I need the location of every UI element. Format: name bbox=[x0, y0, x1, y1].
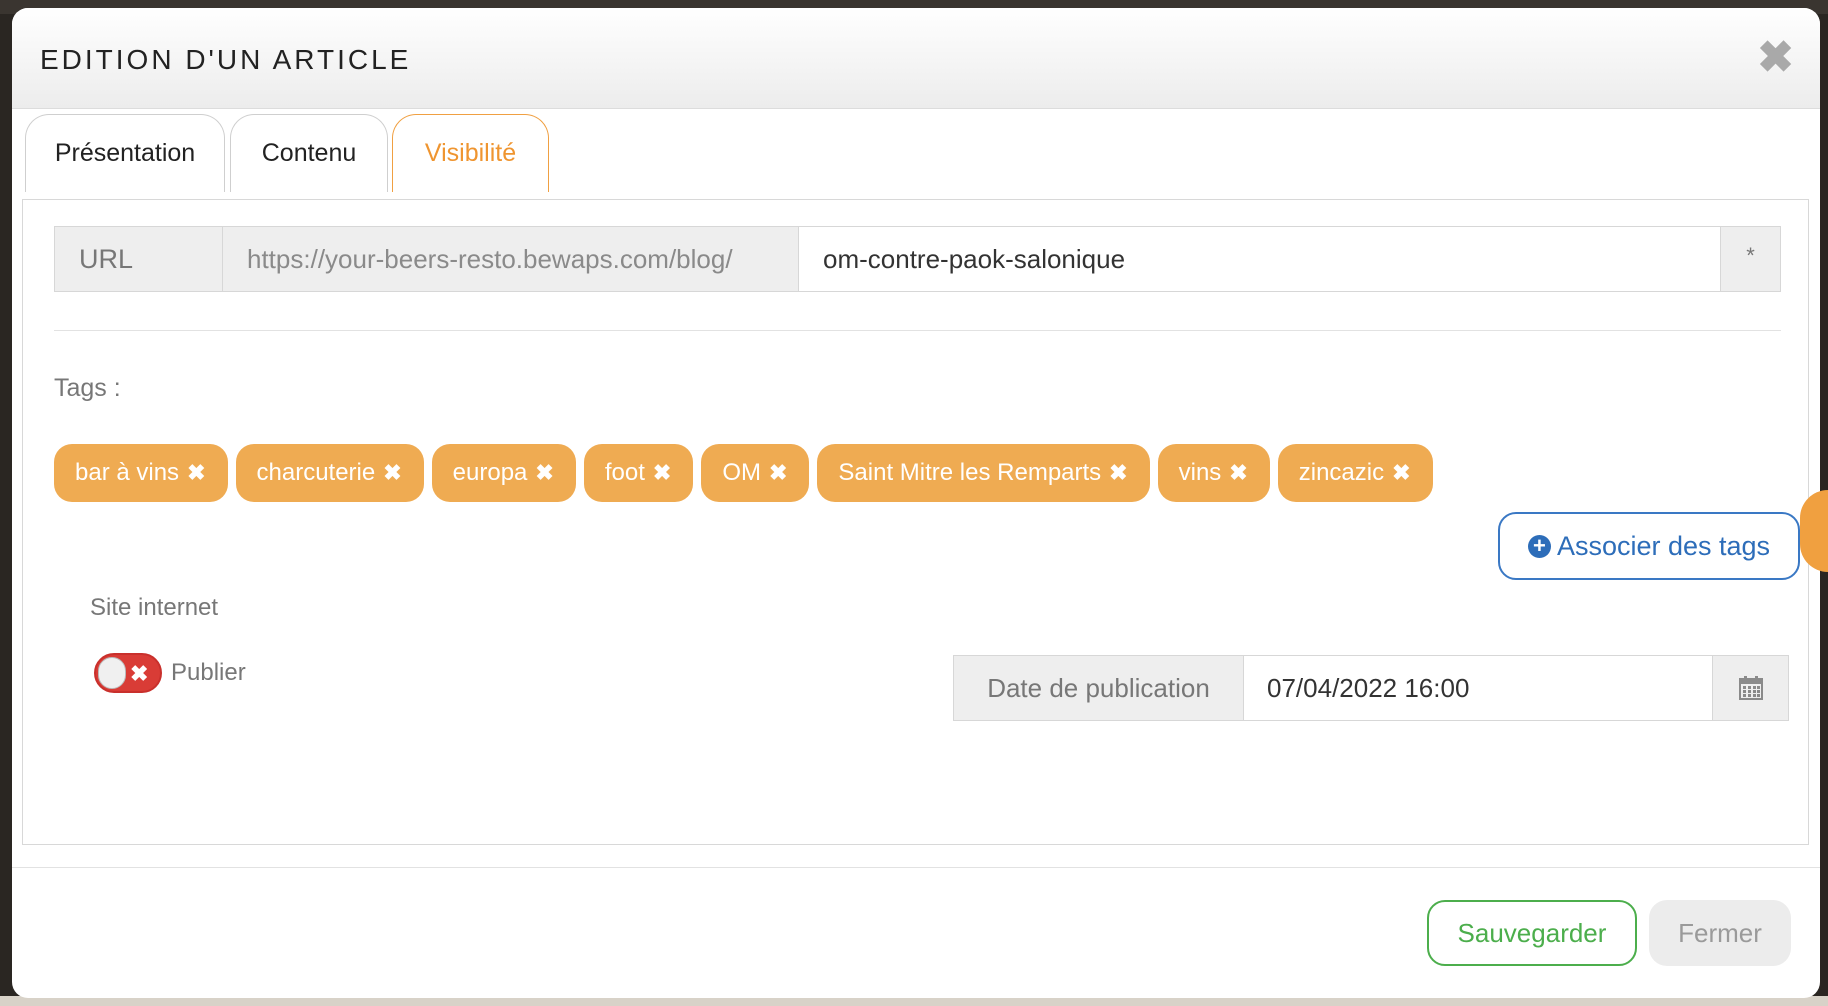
edit-article-modal: EDITION D'UN ARTICLE ✖ Présentation Cont… bbox=[12, 8, 1820, 998]
footer-divider bbox=[12, 867, 1820, 868]
url-group: URL https://your-beers-resto.bewaps.com/… bbox=[54, 226, 1781, 292]
modal-title: EDITION D'UN ARTICLE bbox=[40, 44, 412, 75]
remove-tag-icon[interactable]: ✖ bbox=[653, 460, 671, 486]
tag-chip: zincazic ✖ bbox=[1277, 444, 1433, 502]
url-slug-input[interactable] bbox=[799, 227, 1720, 291]
remove-tag-icon[interactable]: ✖ bbox=[1109, 460, 1127, 486]
url-label: URL bbox=[55, 227, 223, 291]
required-mark: * bbox=[1720, 227, 1780, 291]
remove-tag-icon[interactable]: ✖ bbox=[535, 460, 553, 486]
associate-tags-label: Associer des tags bbox=[1556, 530, 1771, 561]
tab-visibilite[interactable]: Visibilité bbox=[392, 114, 549, 192]
publish-label: Publier bbox=[171, 659, 246, 686]
tag-label: Saint Mitre les Remparts bbox=[838, 459, 1102, 486]
save-button[interactable]: Sauvegarder bbox=[1427, 900, 1637, 966]
side-edit-tab[interactable] bbox=[1800, 490, 1828, 572]
remove-tag-icon[interactable]: ✖ bbox=[769, 460, 787, 486]
calendar-icon-svg bbox=[1738, 676, 1763, 700]
tag-label: bar à vins bbox=[75, 459, 180, 486]
publication-date-group: Date de publication bbox=[953, 655, 1789, 721]
tag-chip: Saint Mitre les Remparts ✖ bbox=[817, 444, 1150, 502]
publish-toggle[interactable]: ✖ bbox=[94, 653, 162, 693]
close-button[interactable]: Fermer bbox=[1649, 900, 1791, 966]
tag-chip: OM ✖ bbox=[701, 444, 810, 502]
tag-label: vins bbox=[1178, 459, 1222, 486]
remove-tag-icon[interactable]: ✖ bbox=[383, 460, 401, 486]
remove-tag-icon[interactable]: ✖ bbox=[1392, 460, 1410, 486]
calendar-icon[interactable] bbox=[1712, 656, 1788, 720]
close-icon[interactable]: ✖ bbox=[1757, 36, 1794, 80]
publication-date-label: Date de publication bbox=[954, 656, 1244, 720]
site-internet-label: Site internet bbox=[90, 594, 219, 621]
associate-tags-button[interactable]: + Associer des tags bbox=[1498, 512, 1800, 580]
plus-circle-icon: + bbox=[1527, 534, 1551, 558]
tag-chip: charcuterie ✖ bbox=[235, 444, 424, 502]
toggle-knob bbox=[98, 657, 126, 689]
tag-label: OM bbox=[722, 459, 761, 486]
remove-tag-icon[interactable]: ✖ bbox=[1229, 460, 1247, 486]
tab-presentation[interactable]: Présentation bbox=[25, 114, 225, 192]
remove-tag-icon[interactable]: ✖ bbox=[187, 460, 205, 486]
tag-chip: europa ✖ bbox=[431, 444, 576, 502]
tag-chip: bar à vins ✖ bbox=[54, 444, 228, 502]
tags-list: bar à vins ✖ charcuterie ✖ europa ✖ foot ✖ O… bbox=[54, 444, 1433, 502]
visibility-panel: URL https://your-beers-resto.bewaps.com/… bbox=[22, 199, 1809, 845]
tag-label: charcuterie bbox=[256, 459, 376, 486]
tag-label: europa bbox=[452, 459, 528, 486]
tag-chip: vins ✖ bbox=[1157, 444, 1270, 502]
divider bbox=[54, 330, 1781, 331]
publication-date-input[interactable] bbox=[1244, 656, 1712, 720]
tag-label: foot bbox=[604, 459, 645, 486]
tag-chip: foot ✖ bbox=[583, 444, 694, 502]
tag-label: zincazic bbox=[1298, 459, 1385, 486]
modal-header: EDITION D'UN ARTICLE ✖ bbox=[12, 8, 1820, 109]
tab-contenu[interactable]: Contenu bbox=[230, 114, 388, 192]
toggle-off-icon: ✖ bbox=[130, 661, 149, 686]
url-prefix: https://your-beers-resto.bewaps.com/blog… bbox=[223, 227, 799, 291]
tags-label: Tags : bbox=[54, 374, 121, 402]
